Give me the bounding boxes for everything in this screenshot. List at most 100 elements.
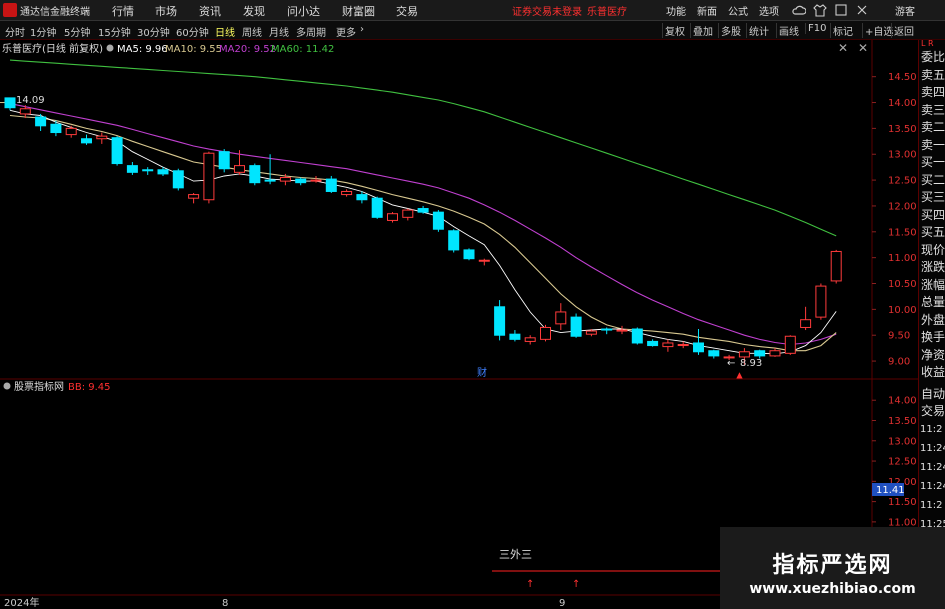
tf-more[interactable]: 更多 — [336, 24, 356, 39]
panel-label-2: 卖四 — [921, 85, 945, 99]
candle[interactable] — [478, 258, 490, 266]
stock-name-tab: 乐普医疗 — [587, 7, 627, 18]
candle-body — [738, 351, 750, 358]
candle[interactable] — [81, 134, 92, 145]
btn-draw[interactable]: 画线 — [776, 23, 801, 38]
menu-options[interactable]: 选项 — [759, 3, 779, 18]
crosshair-icon[interactable]: ✕ — [838, 41, 848, 55]
chevron-right-icon[interactable]: › — [360, 24, 364, 35]
panel-time-1: 11:24 — [920, 443, 945, 454]
candle[interactable] — [432, 210, 444, 232]
menu-xiaoda[interactable]: 问小达 — [287, 3, 320, 19]
candle[interactable] — [616, 325, 628, 335]
candle[interactable] — [540, 324, 551, 342]
candle-body — [356, 194, 368, 201]
candle[interactable] — [371, 196, 383, 219]
candle-body — [295, 178, 307, 184]
candle[interactable] — [325, 175, 337, 194]
candle-body — [96, 135, 108, 140]
cloud-icon[interactable] — [792, 3, 806, 17]
candle[interactable] — [188, 193, 200, 204]
btn-mark[interactable]: 标记 — [830, 23, 855, 38]
menu-market[interactable]: 市场 — [155, 3, 177, 19]
menu-quotes[interactable]: 行情 — [112, 3, 134, 19]
menu-discover[interactable]: 发现 — [243, 3, 265, 19]
tf-daily[interactable]: 日线 — [215, 24, 235, 39]
candle[interactable] — [784, 335, 796, 355]
candle[interactable] — [142, 167, 154, 175]
tf-1min[interactable]: 1分钟 — [30, 24, 56, 39]
candle[interactable] — [693, 329, 704, 355]
panel-trade[interactable]: 交易 — [921, 402, 945, 419]
candle[interactable] — [662, 339, 674, 352]
y-tick-label: 9.00 — [888, 357, 910, 368]
candle-body — [570, 316, 582, 337]
tf-60min[interactable]: 60分钟 — [176, 24, 209, 39]
candle[interactable] — [4, 97, 16, 111]
user-guest[interactable]: 游客 — [895, 3, 915, 18]
candle[interactable] — [387, 212, 398, 223]
window-icon[interactable] — [834, 3, 848, 17]
candle[interactable] — [203, 151, 215, 204]
btn-multistock[interactable]: 多股 — [718, 23, 743, 38]
candle[interactable] — [218, 149, 230, 173]
finance-badge[interactable]: 财 — [477, 366, 487, 379]
expand-icon[interactable]: ✕ — [858, 41, 868, 55]
candle[interactable] — [402, 208, 414, 221]
candle[interactable] — [494, 300, 506, 341]
menu-news[interactable]: 资讯 — [199, 3, 221, 19]
candle-body — [815, 285, 827, 318]
candle[interactable] — [524, 335, 536, 345]
candle[interactable] — [555, 303, 567, 331]
tf-5min[interactable]: 5分钟 — [64, 24, 90, 39]
tf-multi[interactable]: 多周期 — [296, 24, 326, 39]
candle[interactable] — [249, 163, 261, 186]
candle[interactable] — [172, 168, 184, 191]
candle[interactable] — [769, 348, 781, 357]
sub-legend-toggle-icon[interactable] — [3, 382, 11, 390]
shirt-icon[interactable] — [813, 3, 827, 17]
candle[interactable] — [800, 306, 812, 331]
legend-toggle-icon[interactable] — [106, 44, 114, 52]
candle-body — [234, 165, 245, 173]
panel-label-0: 委比 — [921, 50, 945, 64]
tf-monthly[interactable]: 月线 — [269, 24, 289, 39]
btn-f10[interactable]: F10 — [805, 23, 828, 34]
candle[interactable] — [708, 349, 720, 359]
candle[interactable] — [126, 162, 138, 175]
login-notice[interactable]: 证券交易未登录 — [512, 3, 582, 18]
menu-function[interactable]: 功能 — [666, 3, 686, 18]
candle[interactable] — [463, 248, 475, 261]
candle[interactable] — [570, 313, 582, 338]
kline-chart[interactable]: 14.50 14.00 13.50 13.00 12.50 12.00 11.50 11.00… — [0, 40, 918, 609]
tf-intraday[interactable]: 分时 — [5, 24, 25, 39]
tf-weekly[interactable]: 周线 — [242, 24, 262, 39]
candle[interactable] — [35, 113, 47, 131]
menu-wealth[interactable]: 财富圈 — [342, 3, 375, 19]
date-label-sep: 9 — [559, 598, 565, 609]
panel-auto[interactable]: 自动 — [921, 385, 945, 402]
btn-stats[interactable]: 统计 — [746, 23, 771, 38]
candle[interactable] — [341, 189, 353, 197]
tf-30min[interactable]: 30分钟 — [137, 24, 170, 39]
menu-formula[interactable]: 公式 — [728, 3, 748, 18]
btn-back[interactable]: 返回 — [891, 23, 916, 38]
candle[interactable] — [830, 249, 842, 284]
candle[interactable] — [815, 283, 827, 320]
candle[interactable] — [111, 136, 123, 166]
menu-layout[interactable]: 新面 — [697, 3, 717, 18]
btn-overlay[interactable]: 叠加 — [690, 23, 715, 38]
btn-adjust[interactable]: 复权 — [662, 23, 687, 38]
candle[interactable] — [96, 132, 108, 144]
candle[interactable] — [448, 229, 460, 253]
candle[interactable] — [631, 327, 643, 345]
close-icon[interactable] — [855, 3, 869, 17]
menu-trade[interactable]: 交易 — [396, 3, 418, 19]
tf-15min[interactable]: 15分钟 — [98, 24, 131, 39]
candle[interactable] — [509, 330, 521, 342]
candle[interactable] — [295, 177, 307, 186]
candle[interactable] — [601, 327, 613, 335]
candle[interactable] — [417, 205, 429, 214]
candle[interactable] — [647, 339, 659, 347]
candle[interactable] — [65, 125, 77, 138]
